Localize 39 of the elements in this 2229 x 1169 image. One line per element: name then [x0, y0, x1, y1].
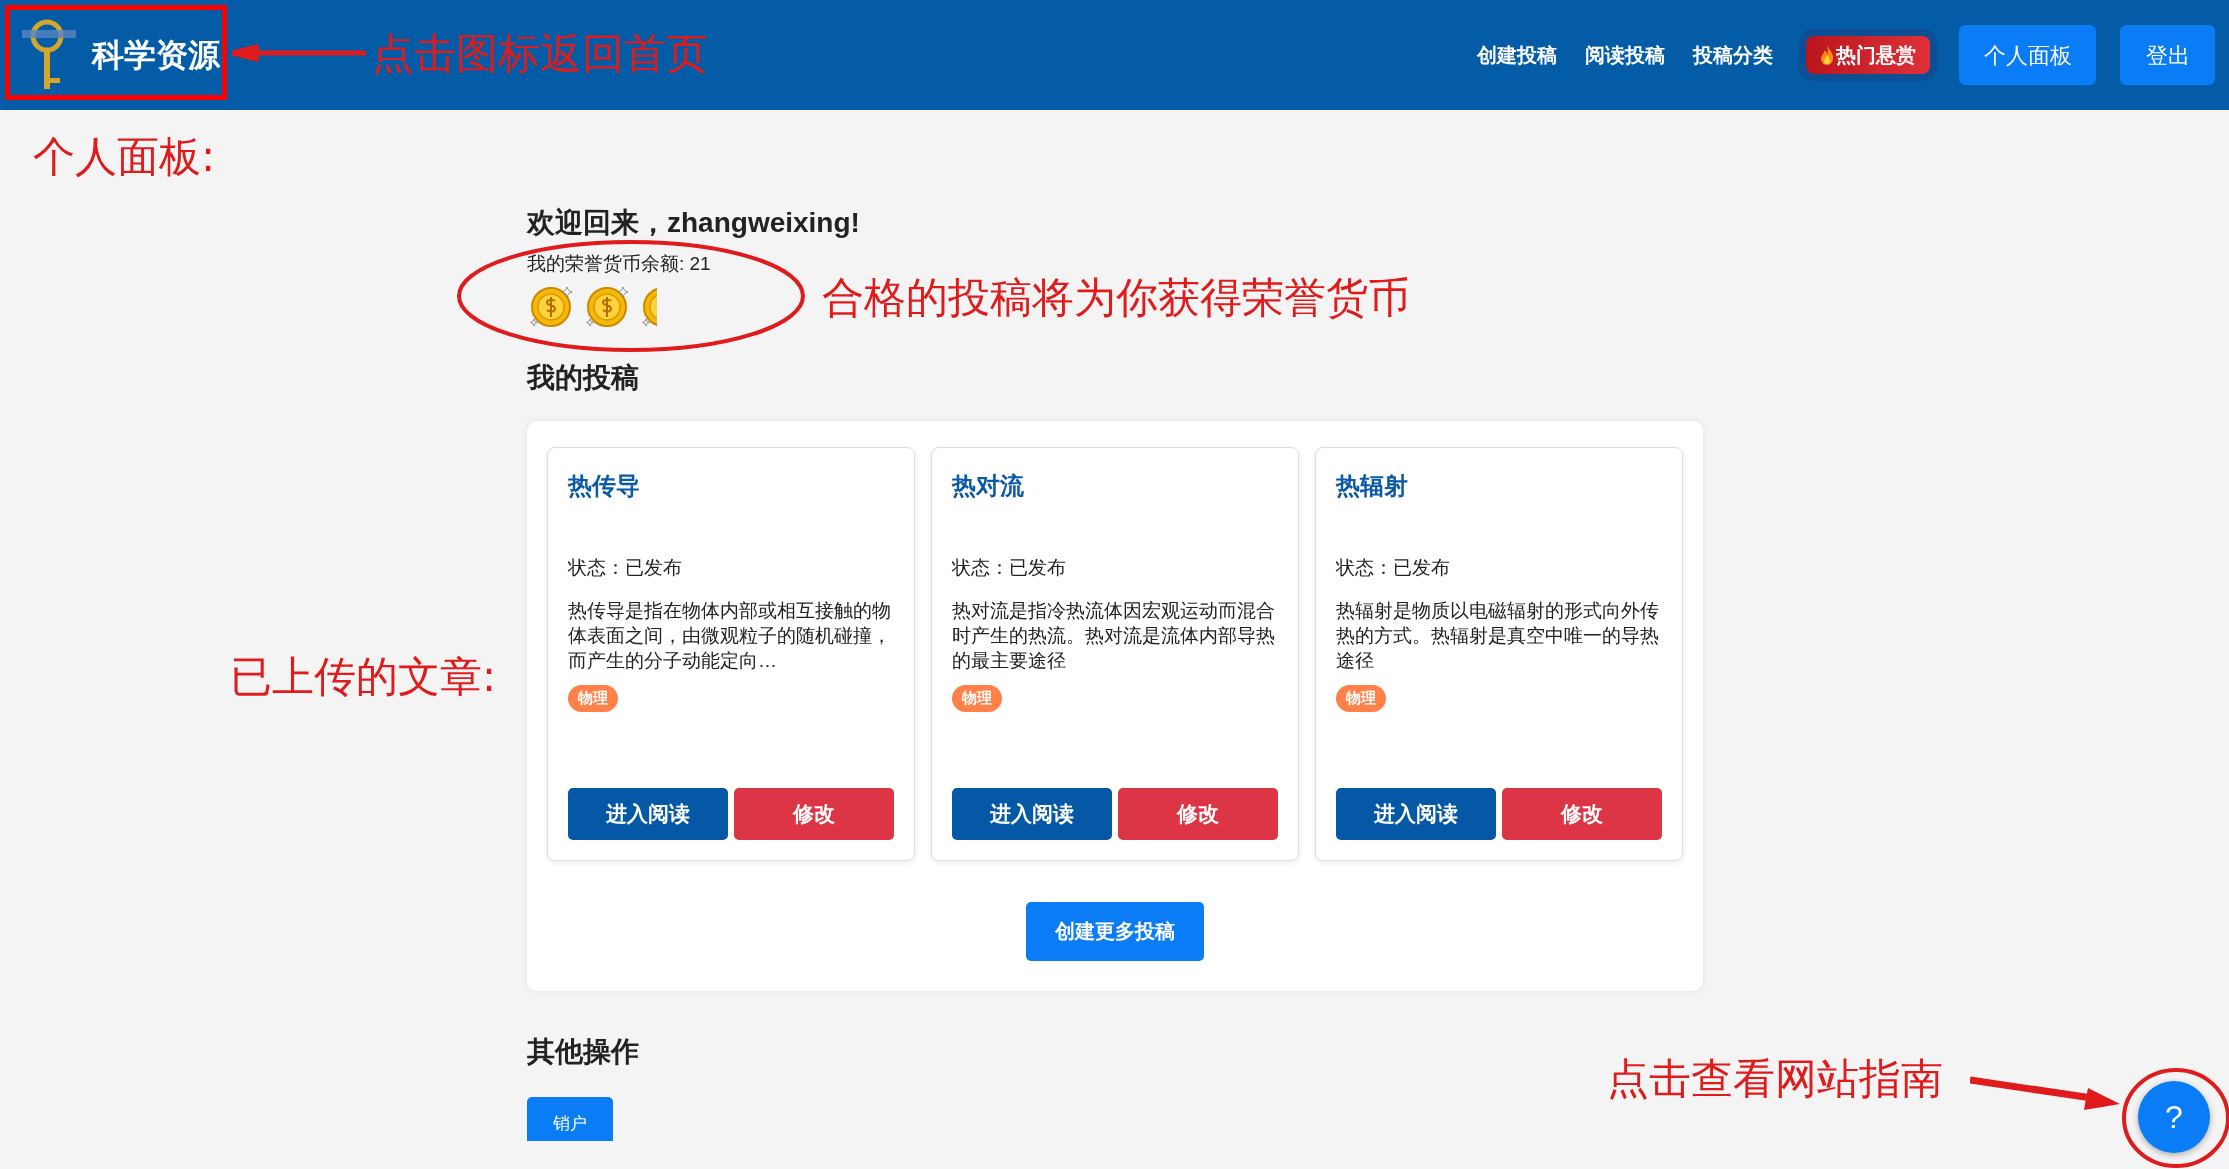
section-heading: 我的投稿 — [527, 360, 640, 395]
edit-button[interactable]: 修改 — [734, 787, 894, 840]
post-status: 状态：已发布 — [1336, 555, 1451, 580]
key-logo-icon — [20, 18, 78, 92]
section-heading: 其他操作 — [527, 1034, 640, 1069]
edit-button[interactable]: 修改 — [1502, 787, 1662, 840]
edit-button[interactable]: 修改 — [1118, 787, 1278, 840]
post-status: 状态：已发布 — [952, 555, 1067, 580]
nav-link[interactable]: 阅读投稿 — [1571, 40, 1679, 70]
nav-button[interactable]: 个人面板 — [1959, 25, 2096, 85]
nav-link[interactable]: 投稿分类 — [1679, 40, 1787, 70]
help-button[interactable]: ? — [2138, 1081, 2210, 1153]
create-more-button[interactable]: 创建更多投稿 — [1026, 901, 1204, 961]
post-status: 状态：已发布 — [568, 555, 683, 580]
welcome-heading: 欢迎回来，zhangweixing! — [527, 206, 861, 240]
post-summary: 热辐射是物质以电磁辐射的形式向外传热的方式。热辐射是真空中唯一的导热途径 — [1336, 599, 1660, 673]
category-tag: 物理 — [952, 685, 1002, 712]
category-tag: 物理 — [568, 685, 618, 712]
post-title[interactable]: 热辐射 — [1336, 467, 1662, 504]
read-button[interactable]: 进入阅读 — [568, 787, 728, 840]
annotation-text: 合格的投稿将为你获得荣誉货币 — [822, 277, 1410, 319]
annotation-text: 点击查看网站指南 — [1607, 1058, 1943, 1100]
home-logo-link[interactable]: 科学资源 — [14, 13, 226, 97]
nav-button[interactable]: 登出 — [2120, 25, 2215, 85]
annotation-text: 点击图标返回首页 — [372, 33, 708, 75]
post-title[interactable]: 热对流 — [952, 467, 1278, 504]
annotation-text: 已上传的文章: — [230, 656, 497, 698]
post-summary: 热对流是指冷热流体因宏观运动而混合时产生的热流。热对流是流体内部导热的最主要途径 — [952, 599, 1276, 673]
read-button[interactable]: 进入阅读 — [952, 787, 1112, 840]
delete-account-button[interactable]: 销户 — [527, 1096, 613, 1141]
balance-text: 我的荣誉货币余额: 21 — [527, 252, 712, 276]
nav-link[interactable]: 创建投稿 — [1463, 40, 1571, 70]
post-title[interactable]: 热传导 — [568, 467, 894, 504]
annotation-text: 个人面板: — [33, 136, 216, 178]
category-tag: 物理 — [1336, 685, 1386, 712]
post-summary: 热传导是指在物体内部或相互接触的物体表面之间，由微观粒子的随机碰撞，而产生的分子动能定向… — [568, 599, 892, 673]
hot-bounty-button[interactable]: 热门悬赏 — [1806, 36, 1930, 74]
read-button[interactable]: 进入阅读 — [1336, 787, 1496, 840]
flame-icon — [1820, 45, 1834, 65]
